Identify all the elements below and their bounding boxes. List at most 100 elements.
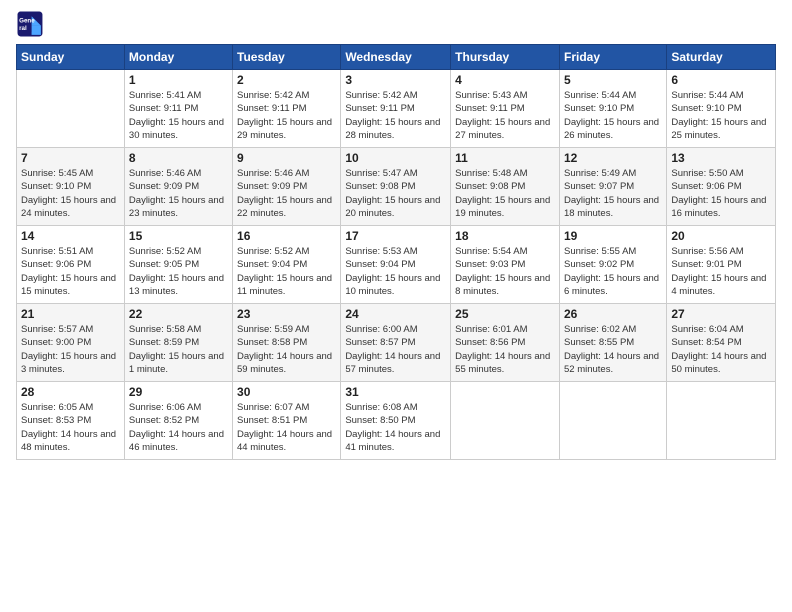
calendar-cell: 8 Sunrise: 5:46 AMSunset: 9:09 PMDayligh… <box>124 148 232 226</box>
day-number: 31 <box>345 385 446 399</box>
calendar-cell: 24 Sunrise: 6:00 AMSunset: 8:57 PMDaylig… <box>341 304 451 382</box>
calendar-cell: 22 Sunrise: 5:58 AMSunset: 8:59 PMDaylig… <box>124 304 232 382</box>
calendar-cell: 15 Sunrise: 5:52 AMSunset: 9:05 PMDaylig… <box>124 226 232 304</box>
day-info: Sunrise: 5:54 AMSunset: 9:03 PMDaylight:… <box>455 246 550 297</box>
calendar-cell: 14 Sunrise: 5:51 AMSunset: 9:06 PMDaylig… <box>17 226 125 304</box>
calendar-cell: 3 Sunrise: 5:42 AMSunset: 9:11 PMDayligh… <box>341 70 451 148</box>
calendar-cell: 10 Sunrise: 5:47 AMSunset: 9:08 PMDaylig… <box>341 148 451 226</box>
day-number: 28 <box>21 385 120 399</box>
day-number: 7 <box>21 151 120 165</box>
day-number: 12 <box>564 151 662 165</box>
day-info: Sunrise: 5:52 AMSunset: 9:05 PMDaylight:… <box>129 246 224 297</box>
day-info: Sunrise: 5:51 AMSunset: 9:06 PMDaylight:… <box>21 246 116 297</box>
day-number: 19 <box>564 229 662 243</box>
day-number: 8 <box>129 151 228 165</box>
day-number: 27 <box>671 307 771 321</box>
calendar-cell <box>17 70 125 148</box>
day-number: 15 <box>129 229 228 243</box>
calendar-cell: 29 Sunrise: 6:06 AMSunset: 8:52 PMDaylig… <box>124 382 232 460</box>
day-info: Sunrise: 5:44 AMSunset: 9:10 PMDaylight:… <box>564 90 659 141</box>
day-info: Sunrise: 5:42 AMSunset: 9:11 PMDaylight:… <box>345 90 440 141</box>
svg-text:ral: ral <box>19 25 27 32</box>
day-info: Sunrise: 5:46 AMSunset: 9:09 PMDaylight:… <box>129 168 224 219</box>
calendar-cell: 26 Sunrise: 6:02 AMSunset: 8:55 PMDaylig… <box>559 304 666 382</box>
day-number: 3 <box>345 73 446 87</box>
calendar-cell: 19 Sunrise: 5:55 AMSunset: 9:02 PMDaylig… <box>559 226 666 304</box>
calendar-cell: 1 Sunrise: 5:41 AMSunset: 9:11 PMDayligh… <box>124 70 232 148</box>
day-info: Sunrise: 5:41 AMSunset: 9:11 PMDaylight:… <box>129 90 224 141</box>
day-info: Sunrise: 6:04 AMSunset: 8:54 PMDaylight:… <box>671 324 766 375</box>
day-number: 18 <box>455 229 555 243</box>
day-info: Sunrise: 5:55 AMSunset: 9:02 PMDaylight:… <box>564 246 659 297</box>
week-row-5: 28 Sunrise: 6:05 AMSunset: 8:53 PMDaylig… <box>17 382 776 460</box>
day-info: Sunrise: 5:53 AMSunset: 9:04 PMDaylight:… <box>345 246 440 297</box>
day-info: Sunrise: 6:00 AMSunset: 8:57 PMDaylight:… <box>345 324 440 375</box>
day-info: Sunrise: 6:06 AMSunset: 8:52 PMDaylight:… <box>129 402 224 453</box>
header: Gene ral <box>16 10 776 38</box>
day-info: Sunrise: 5:44 AMSunset: 9:10 PMDaylight:… <box>671 90 766 141</box>
day-info: Sunrise: 5:52 AMSunset: 9:04 PMDaylight:… <box>237 246 332 297</box>
calendar-cell: 9 Sunrise: 5:46 AMSunset: 9:09 PMDayligh… <box>233 148 341 226</box>
day-header-saturday: Saturday <box>667 45 776 70</box>
calendar-cell: 11 Sunrise: 5:48 AMSunset: 9:08 PMDaylig… <box>451 148 560 226</box>
day-info: Sunrise: 5:58 AMSunset: 8:59 PMDaylight:… <box>129 324 224 375</box>
week-row-4: 21 Sunrise: 5:57 AMSunset: 9:00 PMDaylig… <box>17 304 776 382</box>
day-info: Sunrise: 5:49 AMSunset: 9:07 PMDaylight:… <box>564 168 659 219</box>
day-number: 10 <box>345 151 446 165</box>
day-header-monday: Monday <box>124 45 232 70</box>
calendar-cell: 27 Sunrise: 6:04 AMSunset: 8:54 PMDaylig… <box>667 304 776 382</box>
calendar-cell: 18 Sunrise: 5:54 AMSunset: 9:03 PMDaylig… <box>451 226 560 304</box>
calendar-cell: 6 Sunrise: 5:44 AMSunset: 9:10 PMDayligh… <box>667 70 776 148</box>
day-info: Sunrise: 6:08 AMSunset: 8:50 PMDaylight:… <box>345 402 440 453</box>
week-row-1: 1 Sunrise: 5:41 AMSunset: 9:11 PMDayligh… <box>17 70 776 148</box>
day-number: 11 <box>455 151 555 165</box>
day-number: 4 <box>455 73 555 87</box>
day-number: 17 <box>345 229 446 243</box>
day-info: Sunrise: 6:01 AMSunset: 8:56 PMDaylight:… <box>455 324 550 375</box>
header-row: SundayMondayTuesdayWednesdayThursdayFrid… <box>17 45 776 70</box>
day-info: Sunrise: 6:02 AMSunset: 8:55 PMDaylight:… <box>564 324 659 375</box>
calendar-cell <box>667 382 776 460</box>
day-header-friday: Friday <box>559 45 666 70</box>
calendar-body: 1 Sunrise: 5:41 AMSunset: 9:11 PMDayligh… <box>17 70 776 460</box>
week-row-2: 7 Sunrise: 5:45 AMSunset: 9:10 PMDayligh… <box>17 148 776 226</box>
calendar-cell: 12 Sunrise: 5:49 AMSunset: 9:07 PMDaylig… <box>559 148 666 226</box>
day-info: Sunrise: 5:43 AMSunset: 9:11 PMDaylight:… <box>455 90 550 141</box>
calendar-header: SundayMondayTuesdayWednesdayThursdayFrid… <box>17 45 776 70</box>
calendar-cell: 4 Sunrise: 5:43 AMSunset: 9:11 PMDayligh… <box>451 70 560 148</box>
calendar-cell: 21 Sunrise: 5:57 AMSunset: 9:00 PMDaylig… <box>17 304 125 382</box>
day-info: Sunrise: 5:42 AMSunset: 9:11 PMDaylight:… <box>237 90 332 141</box>
day-number: 14 <box>21 229 120 243</box>
calendar-cell <box>559 382 666 460</box>
svg-text:Gene: Gene <box>19 17 35 24</box>
day-number: 20 <box>671 229 771 243</box>
calendar-cell: 5 Sunrise: 5:44 AMSunset: 9:10 PMDayligh… <box>559 70 666 148</box>
day-info: Sunrise: 6:05 AMSunset: 8:53 PMDaylight:… <box>21 402 116 453</box>
day-info: Sunrise: 5:45 AMSunset: 9:10 PMDaylight:… <box>21 168 116 219</box>
day-number: 2 <box>237 73 336 87</box>
day-number: 16 <box>237 229 336 243</box>
page-container: Gene ral SundayMondayTuesdayWednesdayThu… <box>0 0 792 468</box>
day-info: Sunrise: 5:59 AMSunset: 8:58 PMDaylight:… <box>237 324 332 375</box>
day-info: Sunrise: 5:48 AMSunset: 9:08 PMDaylight:… <box>455 168 550 219</box>
calendar-cell: 7 Sunrise: 5:45 AMSunset: 9:10 PMDayligh… <box>17 148 125 226</box>
calendar-cell: 2 Sunrise: 5:42 AMSunset: 9:11 PMDayligh… <box>233 70 341 148</box>
calendar-cell: 23 Sunrise: 5:59 AMSunset: 8:58 PMDaylig… <box>233 304 341 382</box>
week-row-3: 14 Sunrise: 5:51 AMSunset: 9:06 PMDaylig… <box>17 226 776 304</box>
calendar-cell: 17 Sunrise: 5:53 AMSunset: 9:04 PMDaylig… <box>341 226 451 304</box>
day-number: 9 <box>237 151 336 165</box>
day-number: 21 <box>21 307 120 321</box>
day-number: 22 <box>129 307 228 321</box>
calendar-cell: 13 Sunrise: 5:50 AMSunset: 9:06 PMDaylig… <box>667 148 776 226</box>
calendar-cell: 25 Sunrise: 6:01 AMSunset: 8:56 PMDaylig… <box>451 304 560 382</box>
day-number: 30 <box>237 385 336 399</box>
day-number: 25 <box>455 307 555 321</box>
day-header-tuesday: Tuesday <box>233 45 341 70</box>
day-header-thursday: Thursday <box>451 45 560 70</box>
calendar-cell: 30 Sunrise: 6:07 AMSunset: 8:51 PMDaylig… <box>233 382 341 460</box>
day-info: Sunrise: 5:47 AMSunset: 9:08 PMDaylight:… <box>345 168 440 219</box>
day-number: 24 <box>345 307 446 321</box>
day-number: 6 <box>671 73 771 87</box>
day-info: Sunrise: 5:57 AMSunset: 9:00 PMDaylight:… <box>21 324 116 375</box>
day-number: 13 <box>671 151 771 165</box>
